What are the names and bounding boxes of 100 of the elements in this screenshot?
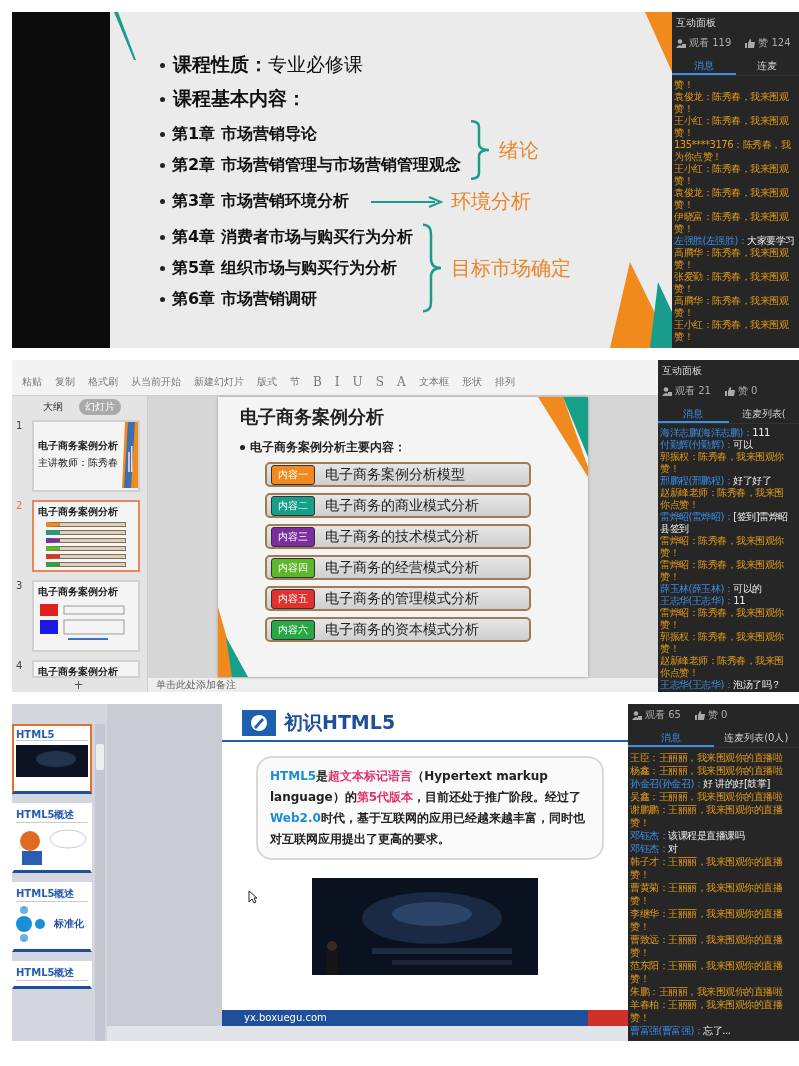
slide-thumbnail[interactable]: HTML5概述 (12, 961, 92, 989)
slide-thumbnail[interactable]: 电子商务案例分析 (32, 660, 140, 678)
cursor-icon (248, 890, 258, 904)
slide-thumbnail[interactable]: 电子商务案例分析 (32, 580, 140, 652)
chapter-title: 第3章 市场营销环境分析 (172, 191, 349, 212)
slide-thumbnail[interactable]: HTML5概述 标准化 (12, 882, 92, 952)
toolbar-button[interactable]: B (313, 375, 322, 389)
chat-tab[interactable]: 消息 (672, 54, 736, 75)
chat-message: 赞！ (659, 643, 680, 655)
brace-icon (468, 120, 491, 180)
chat-message: 赞！ (673, 175, 694, 187)
notes-field[interactable]: 单击此处添加备注 (148, 678, 658, 692)
chat-message: 郭振权：陈秀春，我来围观你 (659, 451, 785, 463)
chat-message: 范东阳：王丽丽，我来围观你的直播 (629, 959, 784, 972)
chapter-title: 第5章 组织市场与购买行为分析 (172, 257, 397, 279)
chat-tab[interactable]: 消息 (658, 402, 729, 423)
content-heading: 课程基本内容： (173, 86, 306, 111)
toolbar-button[interactable]: U (352, 375, 363, 389)
chat-message: 赞！ (673, 103, 694, 115)
like-count: 赞 124 (758, 36, 791, 50)
toolbar-button[interactable]: 文本框 (418, 375, 449, 389)
toolbar-button[interactable]: 格式刷 (88, 375, 118, 389)
chat-message: 杨鑫：王丽丽，我来围观你的直播啦 (629, 764, 784, 777)
course-nature-line: 课程性质：专业必修课 (160, 52, 672, 78)
chat-message: 袁俊龙：陈秀春，我来围观 (673, 91, 790, 103)
like-count: 赞 0 (737, 384, 758, 398)
thumbnail-title: 电子商务案例分析 (38, 665, 119, 676)
thumbnail-title: HTML5概述 (16, 966, 88, 981)
chat-message: 赞！ (629, 868, 650, 881)
content-item: 内容三 电子商务的技术模式分析 (265, 524, 531, 549)
chat-tab[interactable]: 连麦 (735, 54, 799, 75)
chat-message: 邓钰杰：对 (629, 842, 679, 855)
slide-number: 4 (16, 660, 24, 671)
chat-message: 赞！ (673, 307, 694, 319)
chat-message: 谢鹏鹏：王丽丽，我来围观你的直播 (629, 803, 784, 816)
chat-message: 赵新峰老师：陈秀春，我来围 (659, 655, 785, 667)
chat-message: 邢鹏程(邢鹏程)：好了好了 (659, 475, 773, 487)
slide-subtitle: 电子商务案例分析主要内容： (250, 439, 406, 456)
toolbar-button[interactable]: 节 (290, 375, 300, 389)
toolbar-button[interactable]: 排列 (494, 375, 515, 389)
chat-message: 赞！ (629, 946, 650, 959)
thumbnail-title: HTML5概述 (16, 887, 88, 902)
chat-tab[interactable]: 连麦列表(0人) (713, 726, 799, 747)
topic-note: 目标市场确定 (450, 254, 571, 282)
add-slide-button[interactable]: + (73, 679, 84, 691)
chat-message: 羊春柏：王丽丽，我来围观你的直播 (629, 998, 784, 1011)
content-badge: 内容三 (271, 526, 315, 547)
chat-message: 韩子才：王丽丽，我来围观你的直播 (629, 855, 784, 868)
content-badge: 内容五 (271, 588, 315, 609)
slide-number: 1 (16, 420, 24, 431)
content-badge: 内容四 (271, 557, 315, 578)
slide-thumbnail[interactable]: 电子商务案例分析 (32, 500, 140, 572)
thumbnail-title: HTML5概述 (16, 808, 88, 823)
chat-message: 赵新峰老师：陈秀春，我来围 (659, 487, 785, 499)
slide-thumbnail[interactable]: 电子商务案例分析 主讲教师：陈秀春 (32, 420, 140, 492)
slide-thumbnail[interactable]: HTML5概述 (12, 803, 92, 873)
sidebar-tab[interactable]: 大纲 (36, 399, 69, 415)
chat-message: 雷烨昭：陈秀春，我来围观你 (659, 607, 785, 619)
toolbar-button[interactable]: 版式 (257, 375, 277, 389)
toolbar-button[interactable]: S (375, 375, 384, 389)
chat-message: 赞！ (673, 283, 694, 295)
chat-message: 赞！ (659, 619, 680, 631)
viewers-icon (662, 386, 672, 396)
toolbar-button[interactable]: I (334, 375, 340, 389)
chat-tab[interactable]: 连麦列表( (728, 402, 799, 423)
chat-message: 李继华：王丽丽，我来围观你的直播 (629, 907, 784, 920)
viewer-count: 观看 21 (675, 384, 711, 398)
chat-tab[interactable]: 消息 (628, 726, 714, 747)
toolbar-button[interactable]: 形状 (461, 375, 482, 389)
toolbar-button[interactable]: 粘贴 (22, 375, 42, 389)
toolbar-button[interactable]: 复制 (55, 375, 75, 389)
chat-message: 曹黄菊：王丽丽，我来围观你的直播 (629, 881, 784, 894)
thumbnail-title: 电子商务案例分析 (38, 585, 119, 599)
content-badge: 内容一 (271, 464, 315, 485)
chat-message: 孙金召(孙金召)：好 讲的好[鼓掌] (629, 777, 771, 790)
chat-message: 王志华(王志华)：11 (659, 595, 747, 607)
thumbnail-title: HTML5 (16, 729, 88, 741)
scrollbar[interactable] (95, 724, 105, 1041)
chat-message: 赞！ (629, 920, 650, 933)
toolbar-button[interactable]: 新建幻灯片 (194, 375, 244, 389)
chat-message: 为你点赞！ (673, 151, 723, 163)
arrow-icon (370, 195, 443, 208)
chat-message: 赞！ (673, 331, 694, 343)
slide-title: 初识HTML5 (284, 710, 396, 735)
chat-message: 左强胜(左强胜)：大家要学习 (673, 235, 796, 247)
chat-message: 135****3176：陈秀春，我 (673, 139, 792, 151)
panel-title: 互动面板 (675, 16, 717, 30)
content-item: 内容五 电子商务的管理模式分析 (265, 586, 531, 611)
chat-message: 伊晓富：陈秀春，我来围观 (673, 211, 790, 223)
chat-message: 赞！ (673, 127, 694, 139)
chat-message: 王小红：陈秀春，我来围观 (673, 115, 790, 127)
chat-message: 县签到 (659, 523, 690, 535)
chat-message: 赞！ (659, 463, 680, 475)
chat-message: 王小红：陈秀春，我来围观 (673, 319, 790, 331)
slide-thumbnail[interactable]: HTML5 (12, 724, 92, 794)
chat-message: 薛玉林(薛玉林)：可以的 (659, 583, 763, 595)
chat-message: 你点赞！ (659, 499, 699, 511)
toolbar-button[interactable]: 从当前开始 (131, 375, 181, 389)
toolbar-button[interactable]: A (396, 375, 406, 389)
brace-icon (420, 223, 443, 313)
